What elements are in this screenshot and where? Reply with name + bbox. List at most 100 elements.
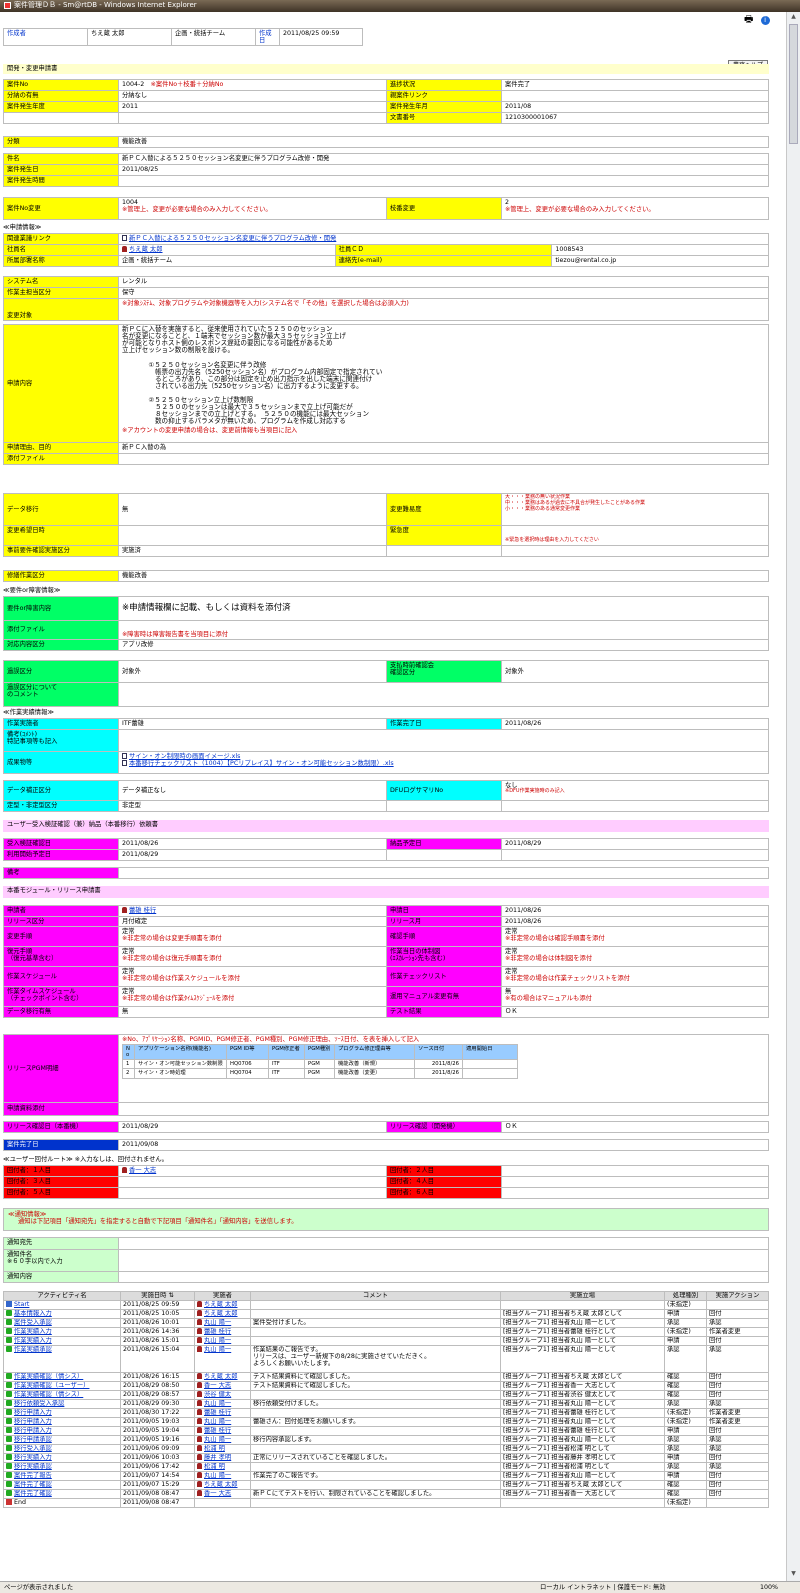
activity-name-cell[interactable]: 作業実績承認 [3, 1345, 121, 1373]
activity-user[interactable]: 丸山 陽一 [204, 1320, 231, 1327]
occur-time[interactable] [118, 175, 769, 187]
docs-attach[interactable] [118, 1102, 769, 1116]
notify-subject[interactable] [118, 1249, 769, 1272]
activity-user-cell[interactable]: ちえ蔵 太郎 [194, 1372, 251, 1382]
activity-user[interactable]: ちえ蔵 太郎 [204, 1311, 238, 1318]
activity-col-date[interactable]: 実施日時 ⇅ [120, 1291, 195, 1301]
activity-name-cell[interactable]: 案件完了確認 [3, 1480, 121, 1490]
route-1-user[interactable]: 香一 大志 [129, 1167, 156, 1174]
staff-name[interactable]: ちえ蔵 太郎 [129, 246, 163, 253]
activity-name[interactable]: 作業実績承認 [14, 1347, 52, 1354]
activity-col-role[interactable]: 実施立場 [500, 1291, 665, 1301]
activity-user[interactable]: 丸山 陽一 [204, 1338, 231, 1345]
activity-name-cell[interactable]: 作業実績入力 [3, 1327, 121, 1337]
activity-name-cell[interactable]: Start [3, 1300, 121, 1310]
activity-user[interactable]: 渋谷 健太 [204, 1392, 231, 1399]
activity-col-name[interactable]: アクティビティ名 [3, 1291, 121, 1301]
activity-name-cell[interactable]: End [3, 1498, 121, 1508]
scroll-thumb[interactable] [789, 24, 798, 144]
activity-user-cell[interactable]: 藤井 孝明 [194, 1453, 251, 1463]
activity-user[interactable]: 丸山 陽一 [204, 1347, 231, 1354]
activity-name[interactable]: 案件受入承認 [14, 1320, 52, 1327]
activity-name-cell[interactable]: 移行申請入力 [3, 1417, 121, 1427]
activity-name[interactable]: 基本情報入力 [14, 1311, 52, 1318]
activity-user[interactable]: 蕾雄 桂行 [204, 1428, 231, 1435]
route-5-user[interactable] [118, 1187, 387, 1199]
output-file-2[interactable]: 本番移行チェックリスト（1004）【PCリプレイス】サイン・オン可能セッション数… [129, 760, 394, 767]
activity-user-cell[interactable]: 丸山 陽一 [194, 1435, 251, 1445]
activity-user[interactable]: 香一 大志 [204, 1491, 231, 1498]
activity-col-user[interactable]: 実施者 [194, 1291, 251, 1301]
activity-name-cell[interactable]: 移行申請入力 [3, 1426, 121, 1436]
activity-name-cell[interactable]: 作業実績確認（ユーザー） [3, 1381, 121, 1391]
vertical-scrollbar[interactable]: ▲ ▼ [786, 12, 800, 1581]
activity-user-cell[interactable]: 香一 大志 [194, 1489, 251, 1499]
activity-user-cell[interactable] [194, 1498, 251, 1508]
activity-user[interactable]: 香一 大志 [204, 1383, 231, 1390]
activity-user-cell[interactable]: 丸山 陽一 [194, 1336, 251, 1346]
activity-name[interactable]: 移行申請入力 [14, 1410, 52, 1417]
activity-user[interactable]: 蕾雄 桂行 [204, 1410, 231, 1417]
activity-name-cell[interactable]: 案件完了確認 [3, 1489, 121, 1499]
activity-user-cell[interactable]: 丸山 陽一 [194, 1345, 251, 1373]
activity-name[interactable]: 移行申請承認 [14, 1437, 52, 1444]
activity-user-cell[interactable]: 丸山 陽一 [194, 1471, 251, 1481]
activity-user-cell[interactable]: 松浦 明 [194, 1462, 251, 1472]
activity-user-cell[interactable]: ちえ蔵 太郎 [194, 1480, 251, 1490]
route-6-user[interactable] [501, 1187, 769, 1199]
activity-user-cell[interactable]: ちえ蔵 太郎 [194, 1309, 251, 1319]
activity-name-cell[interactable]: 移行実績承認 [3, 1462, 121, 1472]
related-link[interactable]: 新ＰＣ入替による５２５０セッション名変更に伴うプログラム改修・開発 [129, 235, 336, 242]
parent-link[interactable] [501, 90, 769, 102]
activity-name[interactable]: 作業実績入力 [14, 1329, 52, 1336]
output-file-1[interactable]: サイン・オン制限時の画面イメージ.xls [129, 753, 240, 760]
activity-name[interactable]: 案件完了確認 [14, 1491, 52, 1498]
activity-user[interactable]: 丸山 陽一 [204, 1419, 231, 1426]
activity-name[interactable]: 作業実績確認（情シス） [14, 1374, 83, 1381]
activity-user-cell[interactable]: 蕾雄 桂行 [194, 1426, 251, 1436]
activity-user-cell[interactable]: 丸山 陽一 [194, 1318, 251, 1328]
remark-value[interactable] [118, 729, 769, 752]
activity-user[interactable]: ちえ蔵 太郎 [204, 1374, 238, 1381]
activity-user[interactable]: 丸山 陽一 [204, 1437, 231, 1444]
route-4-user[interactable] [501, 1176, 769, 1188]
attach-files[interactable] [118, 453, 769, 465]
activity-user[interactable]: ちえ蔵 太郎 [204, 1482, 238, 1489]
activity-name-cell[interactable]: 案件受入承認 [3, 1318, 121, 1328]
activity-name[interactable]: 移行受入承認 [14, 1446, 52, 1453]
activity-user[interactable]: 蕾雄 桂行 [204, 1329, 231, 1336]
activity-col-kind[interactable]: 処理種別 [664, 1291, 707, 1301]
zoom-level[interactable]: 100% [760, 1584, 778, 1591]
scroll-up-icon[interactable]: ▲ [789, 13, 798, 22]
activity-name[interactable]: 移行実績入力 [14, 1455, 52, 1462]
activity-name-cell[interactable]: 移行依頼受入承認 [3, 1399, 121, 1409]
activity-user-cell[interactable]: 香一 大志 [194, 1381, 251, 1391]
activity-name-cell[interactable]: 基本情報入力 [3, 1309, 121, 1319]
activity-user-cell[interactable]: 松浦 明 [194, 1444, 251, 1454]
activity-col-action[interactable]: 実施アクション [706, 1291, 769, 1301]
activity-user-cell[interactable]: 渋谷 健太 [194, 1390, 251, 1400]
activity-name[interactable]: 移行実績承認 [14, 1464, 52, 1471]
activity-user[interactable]: 丸山 陽一 [204, 1473, 231, 1480]
activity-user-cell[interactable]: 蕾雄 桂行 [194, 1327, 251, 1337]
activity-name[interactable]: 作業実績確認（情シス） [14, 1392, 83, 1399]
activity-name[interactable]: Start [14, 1302, 29, 1309]
activity-name-cell[interactable]: 作業実績入力 [3, 1336, 121, 1346]
activity-user-cell[interactable]: ちえ蔵 太郎 [194, 1300, 251, 1310]
activity-name[interactable]: 移行申請入力 [14, 1428, 52, 1435]
route-3-user[interactable] [118, 1176, 387, 1188]
notify-body[interactable] [118, 1271, 769, 1283]
activity-name[interactable]: 案件完了報告 [14, 1473, 52, 1480]
activity-name-cell[interactable]: 作業実績確認（情シス） [3, 1372, 121, 1382]
comment-value[interactable] [118, 682, 769, 707]
help-icon[interactable]: i [760, 16, 770, 25]
activity-name-cell[interactable]: 移行申請入力 [3, 1408, 121, 1418]
activity-user-cell[interactable]: 蕾雄 桂行 [194, 1408, 251, 1418]
activity-name[interactable]: 作業実績入力 [14, 1338, 52, 1345]
activity-name-cell[interactable]: 案件完了報告 [3, 1471, 121, 1481]
activity-name-cell[interactable]: 移行申請承認 [3, 1435, 121, 1445]
activity-user[interactable]: 松浦 明 [204, 1446, 225, 1453]
activity-name[interactable]: 移行申請入力 [14, 1419, 52, 1426]
activity-name-cell[interactable]: 移行受入承認 [3, 1444, 121, 1454]
print-icon[interactable]: 🖶 [744, 14, 753, 26]
